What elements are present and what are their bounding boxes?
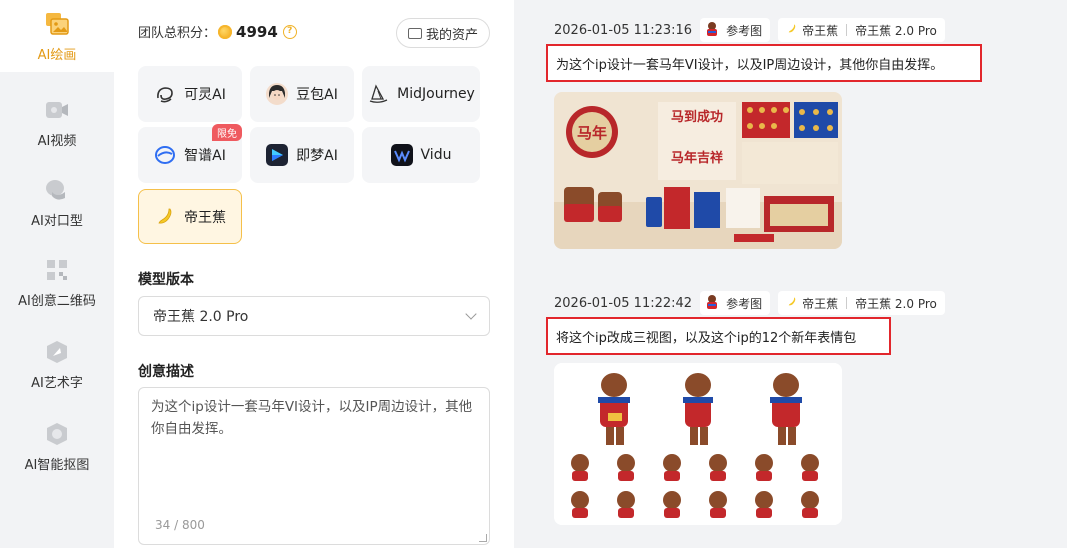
- model-label: MidJourney: [397, 86, 475, 102]
- model-chip-name: 帝王蕉: [802, 23, 839, 38]
- model-option-vidu[interactable]: Vidu: [362, 127, 480, 183]
- lip-sync-icon: [43, 176, 71, 204]
- nav-label: AI视频: [37, 134, 77, 149]
- folder-icon: [407, 27, 422, 39]
- message-meta: 2026-01-05 11:23:16 参考图 帝王蕉 帝王蕉 2.0 Pro: [554, 18, 945, 42]
- model-option-zhipu[interactable]: 智谱AI 限免: [138, 124, 242, 183]
- model-chip-version: 帝王蕉 2.0 Pro: [855, 23, 937, 38]
- nav-label: AI创意二维码: [18, 294, 96, 309]
- nav-item-ai-drawing[interactable]: AI绘画: [0, 0, 114, 72]
- reference-label: 参考图: [726, 23, 763, 38]
- banana-icon: [786, 296, 798, 311]
- model-label: 可灵AI: [184, 87, 226, 103]
- model-option-jimeng[interactable]: 即梦AI: [250, 127, 354, 183]
- model-option-diwangjiao[interactable]: 帝王蕉: [138, 189, 242, 244]
- model-version-select[interactable]: 帝王蕉 2.0 Pro: [138, 296, 490, 336]
- nav-item-ai-cutout[interactable]: AI智能抠图: [0, 410, 114, 482]
- nav-label: AI绘画: [37, 48, 77, 63]
- vi-slogan-1: 马到成功: [671, 109, 723, 125]
- turnaround-emoji-image: [554, 363, 842, 525]
- reference-image-chip[interactable]: 参考图: [700, 291, 771, 315]
- free-badge: 限免: [212, 124, 242, 141]
- nav-item-ai-video[interactable]: AI视频: [0, 86, 114, 158]
- banana-icon: [154, 206, 176, 228]
- model-label: Vidu: [420, 147, 452, 163]
- model-option-midjourney[interactable]: MidJourney: [362, 66, 480, 122]
- video-icon: [43, 96, 71, 124]
- resize-handle-icon[interactable]: [479, 534, 487, 542]
- jimeng-icon: [266, 144, 289, 166]
- nav-label: AI对口型: [31, 214, 83, 229]
- nav-item-ai-art-text[interactable]: AI艺术字: [0, 328, 114, 400]
- vi-logo-text: 马年: [577, 124, 607, 142]
- generated-image-turnaround[interactable]: [554, 363, 842, 525]
- model-chip-name: 帝王蕉: [802, 296, 839, 311]
- image-icon: [43, 10, 71, 38]
- my-assets-label: 我的资产: [425, 27, 478, 43]
- result-feed: 2026-01-05 11:23:16 参考图 帝王蕉 帝王蕉 2.0 Pro …: [514, 0, 1067, 548]
- message-meta: 2026-01-05 11:22:42 参考图 帝王蕉 帝王蕉 2.0 Pro: [554, 291, 945, 315]
- creative-desc-text: 为这个ip设计一套马年VI设计，以及IP周边设计，其他你自由发挥。: [151, 399, 473, 437]
- qrcode-icon: [43, 256, 71, 284]
- prompt-text-highlight: 为这个ip设计一套马年VI设计，以及IP周边设计，其他你自由发挥。: [546, 44, 982, 82]
- vi-slogan-2: 马年吉祥: [671, 150, 723, 166]
- char-counter: 34 / 800: [155, 518, 205, 532]
- message-time: 2026-01-05 11:22:42: [554, 295, 693, 311]
- art-text-icon: [43, 338, 71, 366]
- team-score: 团队总积分： 4994 ?: [138, 22, 297, 41]
- vi-design-image: 马年 马到成功 马年吉祥: [554, 92, 842, 249]
- model-label: 帝王蕉: [184, 209, 226, 226]
- creative-desc-title: 创意描述: [138, 364, 194, 380]
- prompt-text: 将这个ip改成三视图，以及这个ip的12个新年表情包: [556, 330, 857, 346]
- reference-thumbnail-icon: [704, 294, 720, 312]
- help-icon[interactable]: ?: [282, 24, 297, 39]
- cutout-icon: [43, 420, 71, 448]
- model-chip-version: 帝王蕉 2.0 Pro: [855, 296, 937, 311]
- creative-desc-textarea[interactable]: 为这个ip设计一套马年VI设计，以及IP周边设计，其他你自由发挥。 34 / 8…: [138, 387, 490, 545]
- nav-label: AI艺术字: [31, 376, 83, 391]
- nav-item-ai-qrcode[interactable]: AI创意二维码: [0, 246, 114, 318]
- message-time: 2026-01-05 11:23:16: [554, 22, 693, 38]
- coin-icon: [218, 24, 233, 39]
- vidu-icon: [390, 144, 413, 166]
- model-label: 即梦AI: [296, 148, 338, 164]
- nav-label: AI智能抠图: [24, 458, 90, 473]
- generated-image-vi[interactable]: 马年 马到成功 马年吉祥: [554, 92, 842, 249]
- prompt-text-highlight: 将这个ip改成三视图，以及这个ip的12个新年表情包: [546, 317, 891, 355]
- chevron-down-icon: [465, 308, 477, 320]
- model-label: 智谱AI: [184, 148, 226, 164]
- model-chip: 帝王蕉 帝王蕉 2.0 Pro: [778, 18, 945, 42]
- score-value: 4994: [236, 22, 278, 41]
- model-label: 豆包AI: [296, 87, 338, 103]
- nav-item-ai-lip-sync[interactable]: AI对口型: [0, 166, 114, 238]
- prompt-text: 为这个ip设计一套马年VI设计，以及IP周边设计，其他你自由发挥。: [556, 57, 944, 73]
- reference-label: 参考图: [726, 296, 763, 311]
- score-label: 团队总积分：: [138, 26, 217, 41]
- my-assets-button[interactable]: 我的资产: [396, 18, 490, 48]
- banana-icon: [786, 23, 798, 38]
- model-version-title: 模型版本: [138, 272, 194, 288]
- model-option-doubao[interactable]: 豆包AI: [250, 66, 354, 122]
- model-option-kling[interactable]: 可灵AI: [138, 66, 242, 122]
- zhipu-icon: [154, 144, 176, 166]
- reference-thumbnail-icon: [704, 21, 720, 39]
- kling-icon: [154, 83, 176, 105]
- model-chip: 帝王蕉 帝王蕉 2.0 Pro: [778, 291, 945, 315]
- model-version-value: 帝王蕉 2.0 Pro: [153, 309, 249, 325]
- midjourney-sail-icon: [367, 83, 389, 105]
- left-nav: AI绘画 AI视频 AI对口型 AI创意二维码 AI艺术字 AI智能抠图: [0, 0, 114, 548]
- reference-image-chip[interactable]: 参考图: [700, 18, 771, 42]
- doubao-avatar-icon: [266, 83, 289, 105]
- config-panel: 团队总积分： 4994 ? 我的资产 可灵AI 豆包AI MidJourney …: [114, 0, 514, 548]
